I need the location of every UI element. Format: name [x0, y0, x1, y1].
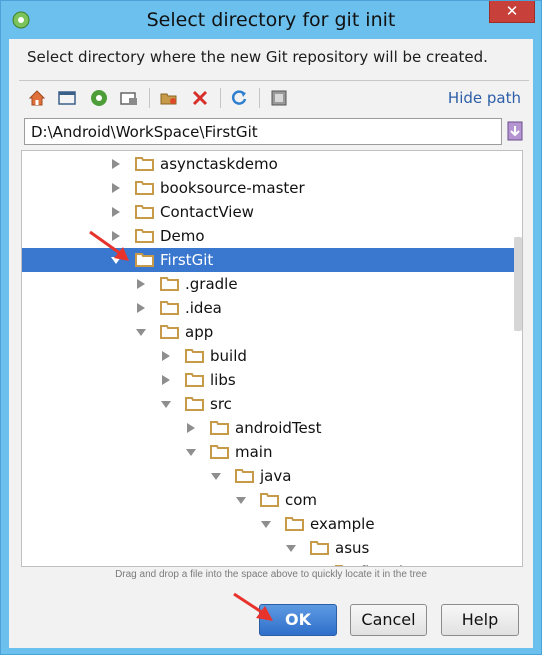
divider [19, 80, 529, 81]
tree-row[interactable]: .idea [22, 296, 522, 320]
folder-icon [210, 445, 229, 459]
chevron-down-icon[interactable] [235, 493, 247, 507]
folder-icon [185, 373, 204, 387]
annotation-arrow-icon [233, 592, 273, 621]
folder-icon [285, 517, 304, 531]
module-icon[interactable] [119, 88, 139, 108]
hide-path-link[interactable]: Hide path [448, 89, 521, 107]
chevron-right-icon[interactable] [160, 373, 172, 387]
folder-icon [135, 205, 154, 219]
folder-icon [185, 349, 204, 363]
tree-row-label: .idea [185, 299, 222, 317]
tree-row-label: java [260, 467, 292, 485]
tree-row[interactable]: main [22, 440, 522, 464]
chevron-down-icon[interactable] [210, 469, 222, 483]
dialog-content: Select directory where the new Git repos… [9, 39, 533, 648]
chevron-right-icon[interactable] [310, 565, 322, 567]
toolbar-separator [259, 88, 260, 108]
tree-row[interactable]: java [22, 464, 522, 488]
project-icon[interactable] [89, 88, 109, 108]
tree-row-label: main [235, 443, 273, 461]
home-icon[interactable] [27, 88, 47, 108]
help-button[interactable]: Help [441, 604, 519, 636]
tree-row[interactable]: src [22, 392, 522, 416]
folder-icon [335, 565, 344, 566]
chevron-right-icon[interactable] [185, 421, 197, 435]
chevron-right-icon[interactable] [160, 349, 172, 363]
tree-row-label: androidTest [235, 419, 322, 437]
toolbar-separator [149, 88, 150, 108]
refresh-icon[interactable] [229, 88, 249, 108]
toolbar: Hide path [27, 84, 527, 112]
chevron-right-icon[interactable] [110, 205, 122, 219]
tree-row-label: libs [210, 371, 236, 389]
tree-row-label: firstgit [360, 563, 409, 566]
tree-row-label: .gradle [185, 275, 238, 293]
tree-row-label: build [210, 347, 247, 365]
tree-row[interactable]: asus [22, 536, 522, 560]
close-button[interactable]: ✕ [489, 1, 535, 23]
tree-row-label: app [185, 323, 214, 341]
chevron-down-icon[interactable] [285, 541, 297, 555]
desktop-icon[interactable] [57, 88, 77, 108]
tree-row-label: ContactView [160, 203, 254, 221]
tree-row[interactable]: androidTest [22, 416, 522, 440]
folder-icon [160, 301, 179, 315]
folder-icon [135, 253, 154, 267]
tree-row[interactable]: .gradle [22, 272, 522, 296]
path-history-icon[interactable] [505, 120, 525, 142]
tree-row-label: Demo [160, 227, 205, 245]
folder-icon [210, 421, 229, 435]
tree-row[interactable]: ContactView [22, 200, 522, 224]
title-bar[interactable]: Select directory for git init ✕ [1, 1, 541, 39]
folder-icon [135, 229, 154, 243]
dialog-window: Select directory for git init ✕ Select d… [0, 0, 542, 655]
chevron-down-icon[interactable] [260, 517, 272, 531]
tree-row[interactable]: libs [22, 368, 522, 392]
show-hidden-icon[interactable] [269, 88, 289, 108]
chevron-down-icon[interactable] [135, 325, 147, 339]
chevron-right-icon[interactable] [135, 301, 147, 315]
tree-row-label: FirstGit [160, 251, 214, 269]
tree-row-label: asynctaskdemo [160, 155, 278, 173]
folder-icon [260, 493, 279, 507]
tree-row[interactable]: booksource-master [22, 176, 522, 200]
chevron-right-icon[interactable] [110, 181, 122, 195]
tree-row-label: example [310, 515, 375, 533]
folder-icon [160, 277, 179, 291]
chevron-right-icon[interactable] [135, 277, 147, 291]
description-text: Select directory where the new Git repos… [27, 48, 488, 66]
folder-icon [135, 157, 154, 171]
directory-tree[interactable]: asynctaskdemo booksource-master ContactVie… [21, 150, 523, 567]
folder-icon [160, 325, 179, 339]
tree-row-label: booksource-master [160, 179, 305, 197]
tree-row[interactable]: example [22, 512, 522, 536]
tree-row-label: com [285, 491, 318, 509]
tree-row-label: src [210, 395, 232, 413]
tree-scrollbar[interactable] [514, 237, 522, 331]
tree-row[interactable]: com [22, 488, 522, 512]
tree-row[interactable]: firstgit [22, 560, 522, 567]
folder-icon [185, 397, 204, 411]
path-input[interactable]: D:\Android\WorkSpace\FirstGit [24, 118, 502, 145]
cancel-button[interactable]: Cancel [350, 604, 427, 636]
chevron-right-icon[interactable] [110, 157, 122, 171]
folder-icon [310, 541, 329, 555]
tree-row[interactable]: build [22, 344, 522, 368]
folder-icon [135, 181, 154, 195]
window-title: Select directory for git init [146, 9, 396, 31]
delete-icon[interactable] [190, 88, 210, 108]
tree-row-label: asus [335, 539, 370, 557]
folder-icon [235, 469, 254, 483]
tree-row[interactable]: asynctaskdemo [22, 152, 522, 176]
chevron-down-icon[interactable] [185, 445, 197, 459]
new-folder-icon[interactable] [159, 88, 179, 108]
tree-row[interactable]: app [22, 320, 522, 344]
chevron-down-icon[interactable] [160, 397, 172, 411]
toolbar-separator [220, 88, 221, 108]
drag-drop-hint: Drag and drop a file into the space abov… [115, 569, 427, 580]
annotation-arrow-icon [89, 230, 129, 261]
